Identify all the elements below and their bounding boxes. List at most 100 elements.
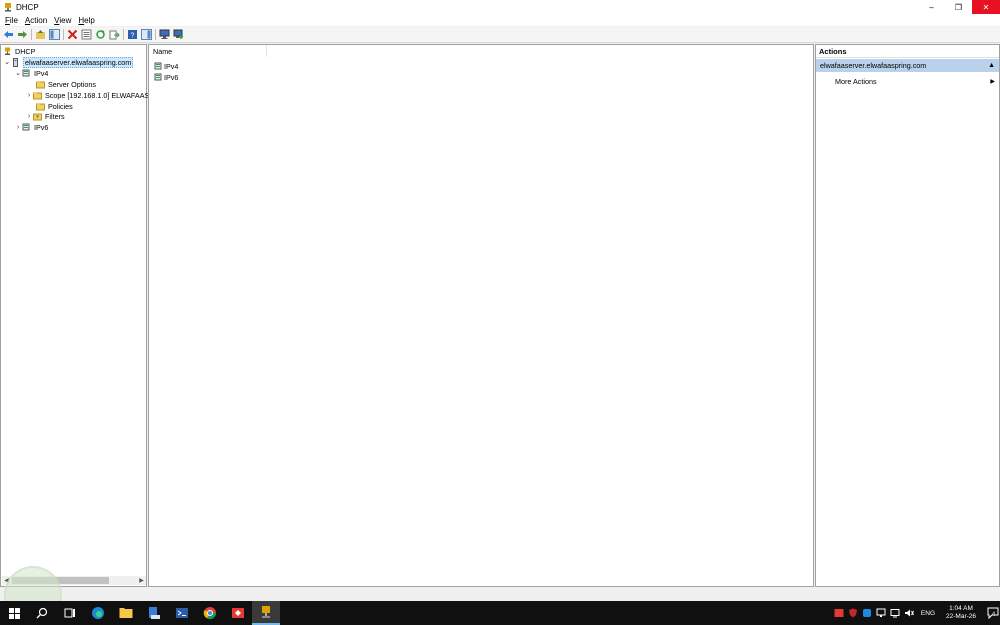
notification-count: 4: [991, 611, 996, 618]
chrome-icon[interactable]: [196, 601, 224, 625]
tree-node-dhcp[interactable]: DHCP: [3, 46, 35, 56]
tree-node-policies[interactable]: Policies: [36, 101, 73, 111]
close-button[interactable]: ✕: [972, 0, 1000, 14]
actions-header: Actions: [816, 45, 999, 58]
shield-icon[interactable]: [847, 607, 859, 619]
tree-label: Scope [192.168.1.0] ELWAFAAS: [45, 90, 150, 100]
tree-label: IPv4: [34, 68, 49, 78]
powershell-icon[interactable]: [168, 601, 196, 625]
file-explorer-icon[interactable]: [112, 601, 140, 625]
collapse-chevron-icon[interactable]: ⌄: [14, 69, 22, 77]
tree-label: Server Options: [48, 79, 96, 89]
back-icon[interactable]: [3, 29, 14, 40]
dhcp-icon: [3, 47, 12, 56]
security-icon[interactable]: [833, 607, 845, 619]
tree-node-server-options[interactable]: Server Options: [36, 79, 96, 89]
menu-action[interactable]: Action: [25, 16, 47, 25]
restore-button[interactable]: ❐: [945, 0, 972, 14]
menu-view[interactable]: View: [54, 16, 71, 25]
anydesk-icon[interactable]: [224, 601, 252, 625]
menu-file[interactable]: File: [5, 16, 18, 25]
console-tree-pane[interactable]: DHCP ⌄ elwafaaserver.elwafaaspring.com ⌄…: [0, 44, 149, 587]
volume-icon[interactable]: [903, 607, 915, 619]
scroll-right-icon[interactable]: ▶: [137, 576, 146, 585]
app-tray-icon[interactable]: [861, 607, 873, 619]
list-item[interactable]: IPv4: [154, 61, 178, 71]
system-tray: ENG 1:04 AM 22-Mar-26 4: [832, 601, 1000, 625]
tree-node-ipv4[interactable]: ⌄ IPv4: [14, 68, 48, 78]
show-hide-action-pane-icon[interactable]: [141, 29, 152, 40]
toolbar-separator: [63, 29, 64, 40]
dhcp-taskbar-icon[interactable]: [252, 601, 280, 625]
expand-chevron-icon[interactable]: ›: [25, 113, 33, 120]
forward-icon[interactable]: [17, 29, 28, 40]
column-header-name[interactable]: Name: [149, 45, 267, 57]
folder-icon: [36, 80, 45, 89]
search-icon[interactable]: [28, 601, 56, 625]
tree-label: DHCP: [15, 46, 36, 56]
actions-group-server[interactable]: elwafaaserver.elwafaaspring.com ▲: [816, 59, 999, 72]
minimize-button[interactable]: –: [918, 0, 945, 14]
help-icon[interactable]: ?: [127, 29, 138, 40]
up-icon[interactable]: [35, 29, 46, 40]
toolbar-separator: [31, 29, 32, 40]
tree-label: Filters: [45, 111, 65, 121]
expand-chevron-icon[interactable]: ›: [25, 92, 33, 99]
display-icon[interactable]: [889, 607, 901, 619]
dhcp-app-icon: [3, 2, 13, 12]
notification-center-button[interactable]: 4: [982, 601, 1000, 625]
result-pane[interactable]: Name IPv4 IPv6: [148, 44, 814, 587]
tree-node-scope[interactable]: › Scope [192.168.1.0] ELWAFAAS: [25, 90, 149, 100]
menu-help[interactable]: Help: [78, 16, 94, 25]
taskbar: ENG 1:04 AM 22-Mar-26 4: [0, 601, 1000, 625]
ipv6-icon: [154, 73, 163, 82]
tree-label: elwafaaserver.elwafaaspring.com: [23, 56, 134, 68]
svg-text:?: ?: [131, 33, 135, 40]
menu-bar: File Action View Help: [0, 14, 1000, 26]
ipv6-icon: [22, 123, 31, 132]
title-bar: DHCP – ❐ ✕: [0, 0, 1000, 14]
edge-browser-icon[interactable]: [84, 601, 112, 625]
ipv4-icon: [22, 69, 31, 78]
collapse-chevron-icon[interactable]: ⌄: [3, 58, 11, 66]
expand-chevron-icon[interactable]: ›: [14, 124, 22, 131]
more-actions-item[interactable]: More Actions ▶: [835, 75, 995, 87]
tree-label: Policies: [48, 101, 73, 111]
toolbar-separator: [123, 29, 124, 40]
toolbar: ?: [0, 27, 1000, 43]
submenu-arrow-icon: ▶: [990, 78, 995, 85]
display-statistics-icon[interactable]: [159, 29, 170, 40]
start-button[interactable]: [0, 601, 28, 625]
clock[interactable]: 1:04 AM 22-Mar-26: [946, 605, 976, 621]
folder-icon: [33, 91, 42, 100]
tree-node-server[interactable]: ⌄ elwafaaserver.elwafaaspring.com: [3, 56, 134, 68]
network-warning-icon[interactable]: [875, 607, 887, 619]
task-view-icon[interactable]: [56, 601, 84, 625]
add-server-icon[interactable]: [173, 29, 184, 40]
tree-node-filters[interactable]: › Filters: [25, 111, 65, 121]
list-item-label: IPv6: [164, 72, 179, 82]
server-icon: [11, 57, 20, 67]
more-actions-label: More Actions: [835, 76, 877, 86]
delete-icon[interactable]: [67, 29, 78, 40]
actions-group-label: elwafaaserver.elwafaaspring.com: [820, 61, 927, 70]
filter-folder-icon: [33, 112, 42, 121]
clock-time: 1:04 AM: [949, 605, 973, 612]
server-manager-icon[interactable]: [140, 601, 168, 625]
toolbar-separator: [155, 29, 156, 40]
tree-node-ipv6[interactable]: › IPv6: [14, 122, 49, 132]
list-item[interactable]: IPv6: [154, 72, 178, 82]
properties-icon[interactable]: [81, 29, 92, 40]
export-icon[interactable]: [109, 29, 120, 40]
list-item-label: IPv4: [164, 61, 179, 71]
language-indicator[interactable]: ENG: [921, 610, 935, 617]
collapse-caret-icon[interactable]: ▲: [988, 62, 995, 69]
window-title: DHCP: [16, 2, 39, 12]
refresh-icon[interactable]: [95, 29, 106, 40]
actions-pane: Actions elwafaaserver.elwafaaspring.com …: [815, 44, 1000, 587]
folder-icon: [36, 102, 45, 111]
show-hide-tree-icon[interactable]: [49, 29, 60, 40]
clock-date: 22-Mar-26: [946, 613, 976, 620]
ipv4-icon: [154, 62, 163, 71]
tree-label: IPv6: [34, 122, 49, 132]
